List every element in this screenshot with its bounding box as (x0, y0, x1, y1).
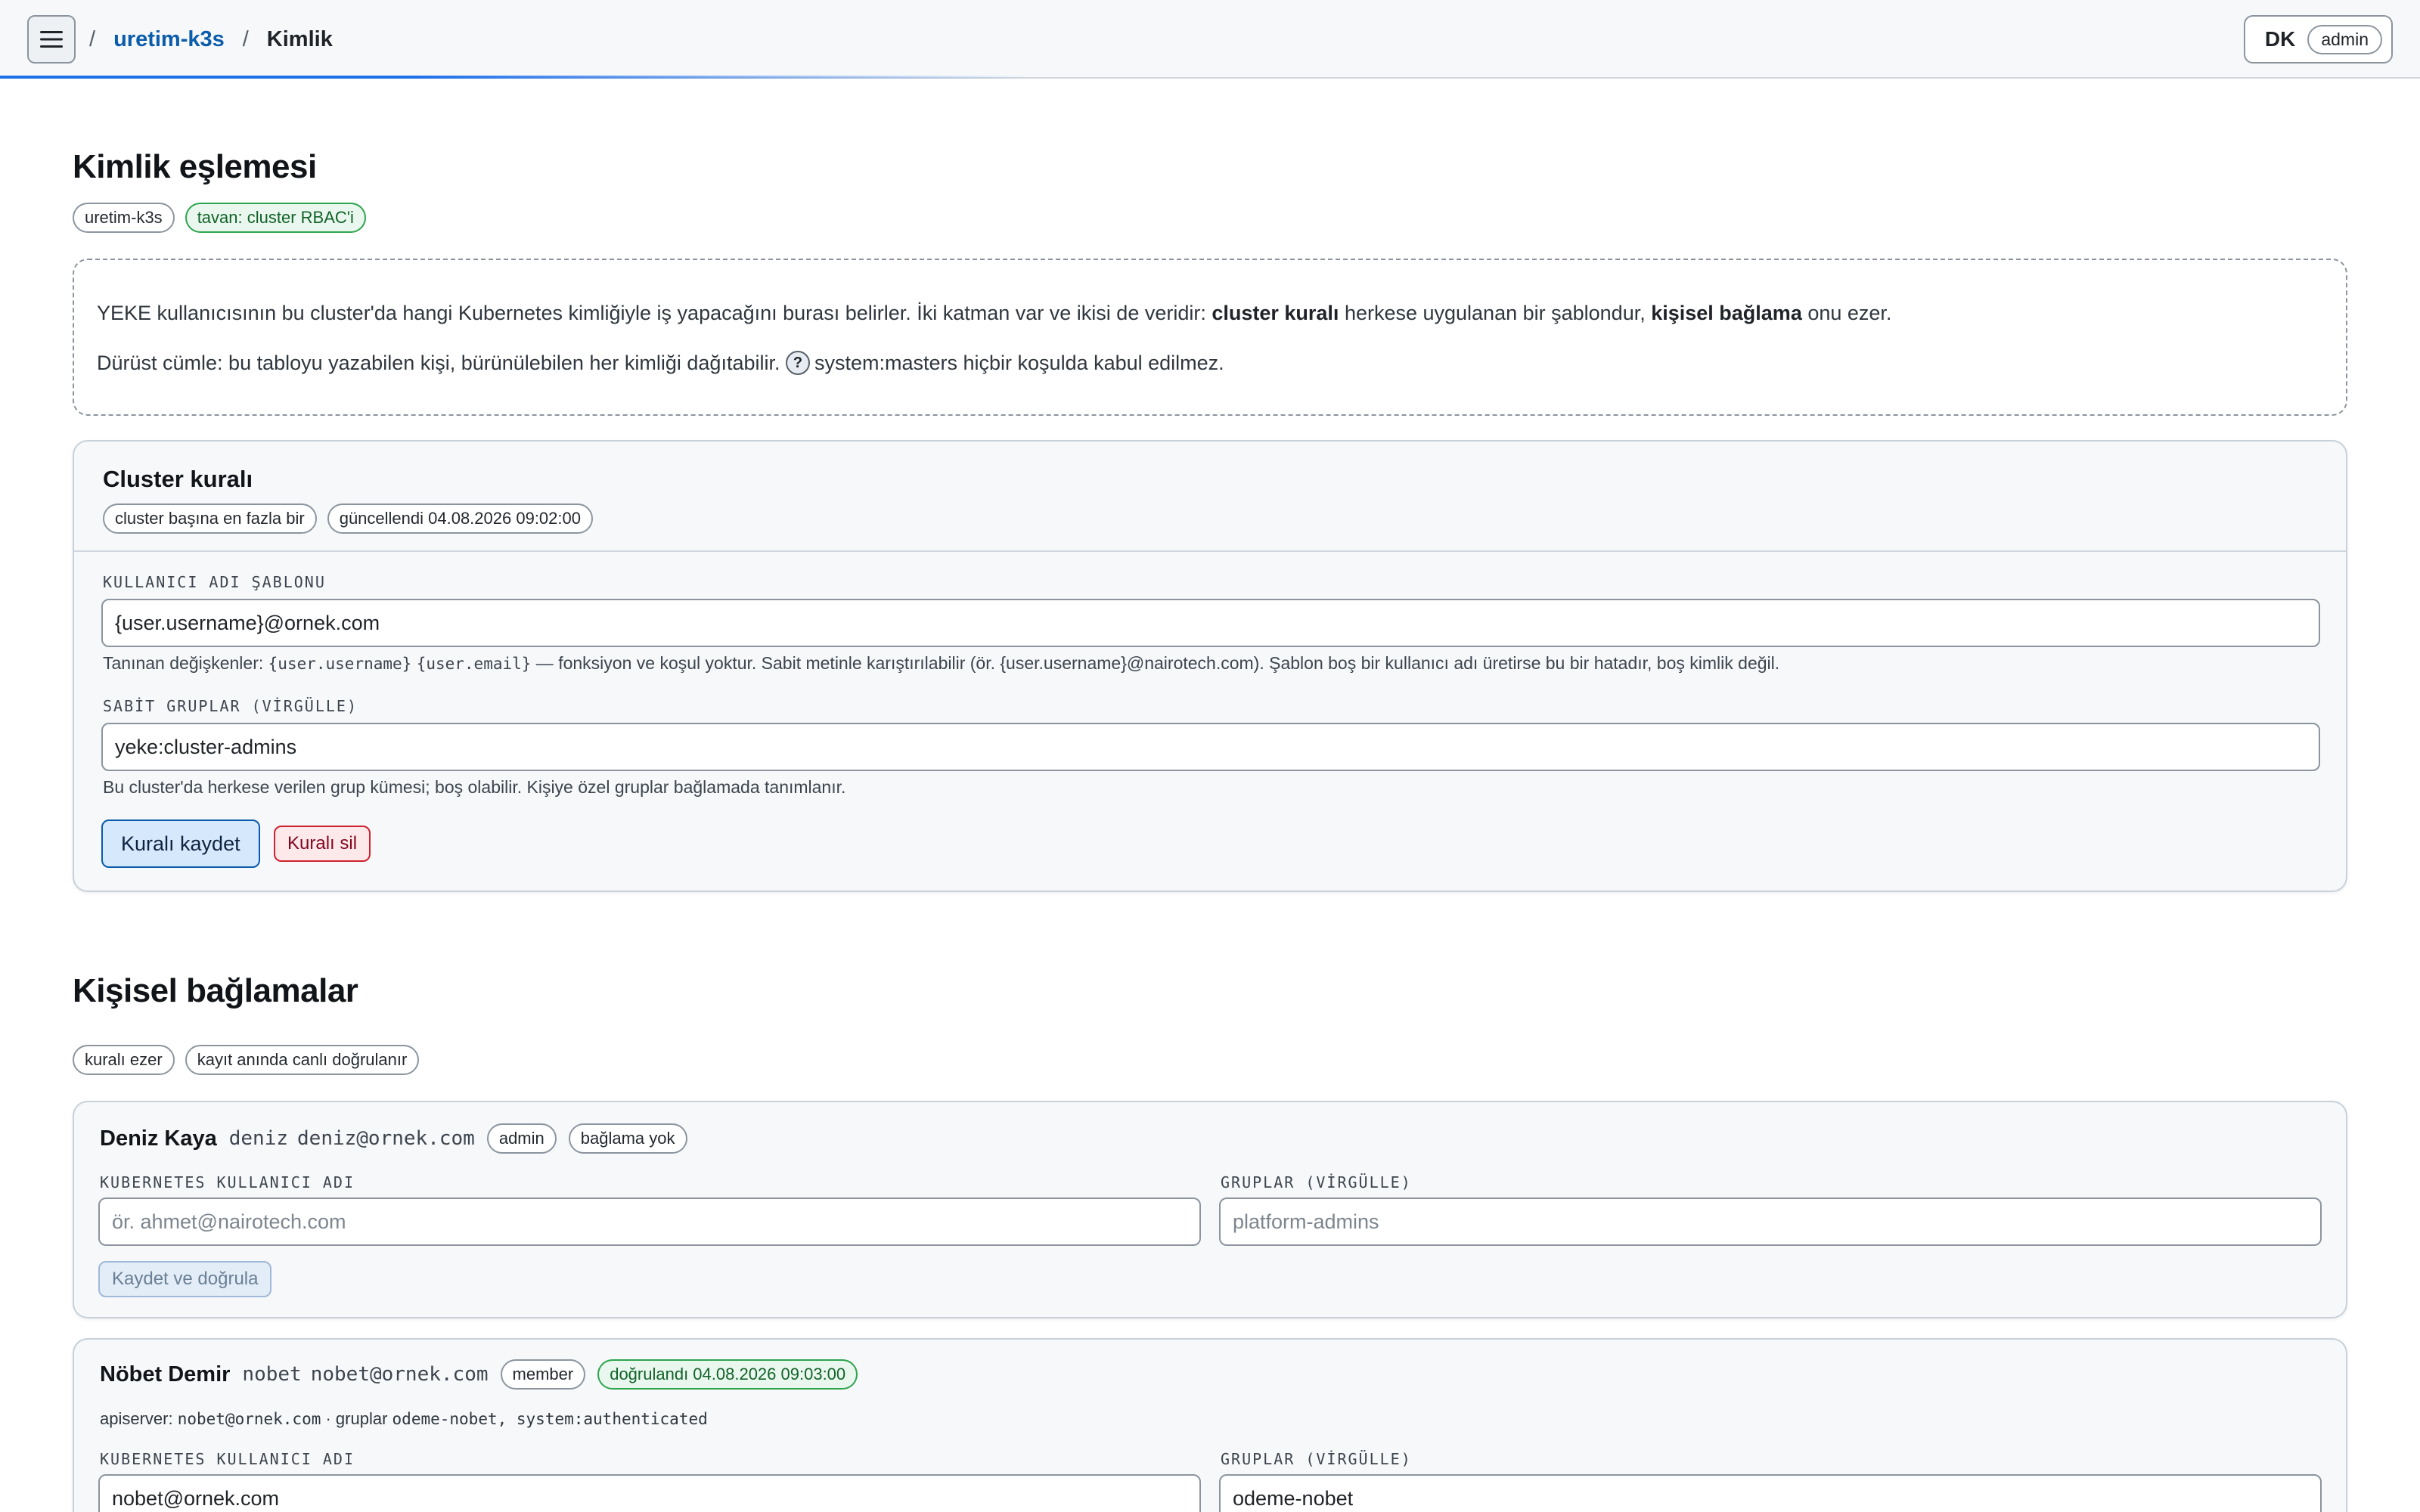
delete-rule-button[interactable]: Kuralı sil (274, 826, 371, 862)
ceiling-badge: tavan: cluster RBAC'i (185, 203, 366, 233)
username-template-label: KULLANICI ADI ŞABLONU (103, 573, 326, 591)
intro-line-1: YEKE kullanıcısının bu cluster'da hangi … (97, 302, 1892, 324)
breadcrumb: / uretim-k3s / Kimlik (89, 0, 333, 79)
fixed-groups-input[interactable] (101, 723, 2320, 771)
save-rule-button[interactable]: Kuralı kaydet (101, 820, 260, 868)
binding-status-badge: doğrulandı 04.08.2026 09:03:00 (597, 1359, 858, 1390)
cluster-rule-card: Cluster kuralı cluster başına en fazla b… (73, 440, 2347, 892)
binding-header: Nöbet Demir nobet nobet@ornek.com member… (100, 1359, 858, 1390)
rule-limit-badge: cluster başına en fazla bir (103, 503, 317, 534)
binding-user-login: nobet (242, 1363, 302, 1386)
live-validation-badge: kayıt anında canlı doğrulanır (185, 1045, 420, 1075)
fixed-groups-hint: Bu cluster'da herkese verilen grup kümes… (103, 777, 846, 797)
user-menu[interactable]: DK admin (2243, 15, 2393, 64)
breadcrumb-separator: / (242, 26, 249, 51)
binding-user-name: Deniz Kaya (100, 1126, 217, 1151)
binding-role-badge: member (500, 1359, 586, 1390)
binding-user-email: deniz@ornek.com (297, 1127, 475, 1150)
binding-user-login: deniz (228, 1127, 289, 1150)
hamburger-icon (40, 31, 63, 48)
cluster-rule-title: Cluster kuralı (103, 466, 253, 492)
binding-user-name: Nöbet Demir (100, 1362, 231, 1387)
cluster-rule-badges: cluster başına en fazla bir güncellendi … (103, 503, 593, 534)
fixed-groups-label: SABİT GRUPLAR (VİRGÜLLE) (103, 697, 358, 715)
topbar-accent-line (0, 76, 1028, 79)
k8s-username-label: KUBERNETES KULLANICI ADI (100, 1450, 355, 1468)
binding-status-badge: bağlama yok (568, 1123, 687, 1154)
page-badges: uretim-k3s tavan: cluster RBAC'i (73, 203, 366, 233)
k8s-username-label: KUBERNETES KULLANICI ADI (100, 1173, 355, 1191)
groups-input[interactable] (1219, 1474, 2322, 1512)
binding-user-email: nobet@ornek.com (310, 1363, 489, 1386)
user-initials: DK (2264, 27, 2296, 51)
binding-role-badge: admin (486, 1123, 557, 1154)
page-title: Kimlik eşlemesi (73, 148, 317, 185)
username-template-input[interactable] (101, 599, 2320, 647)
bindings-title: Kişisel bağlamalar (73, 972, 358, 1009)
groups-input[interactable] (1219, 1198, 2322, 1246)
breadcrumb-cluster-link[interactable]: uretim-k3s (113, 27, 225, 52)
card-divider (74, 550, 2346, 552)
bindings-badges: kuralı ezer kayıt anında canlı doğrulanı… (73, 1045, 420, 1075)
overrides-rule-badge: kuralı ezer (73, 1045, 175, 1075)
menu-button[interactable] (27, 15, 76, 64)
k8s-username-input[interactable] (98, 1198, 1201, 1246)
binding-header: Deniz Kaya deniz deniz@ornek.com admin b… (100, 1123, 687, 1154)
user-role-badge: admin (2307, 24, 2382, 54)
binding-card-nobet: Nöbet Demir nobet nobet@ornek.com member… (73, 1338, 2347, 1512)
cluster-badge: uretim-k3s (73, 203, 175, 233)
binding-card-deniz: Deniz Kaya deniz deniz@ornek.com admin b… (73, 1101, 2347, 1318)
intro-note: YEKE kullanıcısının bu cluster'da hangi … (73, 259, 2347, 416)
k8s-username-input[interactable] (98, 1474, 1201, 1512)
breadcrumb-current: Kimlik (266, 26, 333, 51)
groups-label: GRUPLAR (VİRGÜLLE) (1221, 1450, 1412, 1468)
username-template-hint: Tanınan değişkenler: {user.username} {us… (103, 653, 1780, 673)
apiserver-identity: apiserver: nobet@ornek.com · gruplar ode… (100, 1409, 708, 1428)
groups-label: GRUPLAR (VİRGÜLLE) (1221, 1173, 1412, 1191)
intro-line-2: Dürüst cümle: bu tabloyu yazabilen kişi,… (97, 350, 1224, 375)
help-icon[interactable]: ? (785, 350, 810, 375)
top-bar: / uretim-k3s / Kimlik DK admin (0, 0, 2420, 79)
save-and-validate-button[interactable]: Kaydet ve doğrula (98, 1261, 272, 1297)
breadcrumb-separator: / (89, 26, 96, 51)
rule-updated-badge: güncellendi 04.08.2026 09:02:00 (327, 503, 593, 534)
